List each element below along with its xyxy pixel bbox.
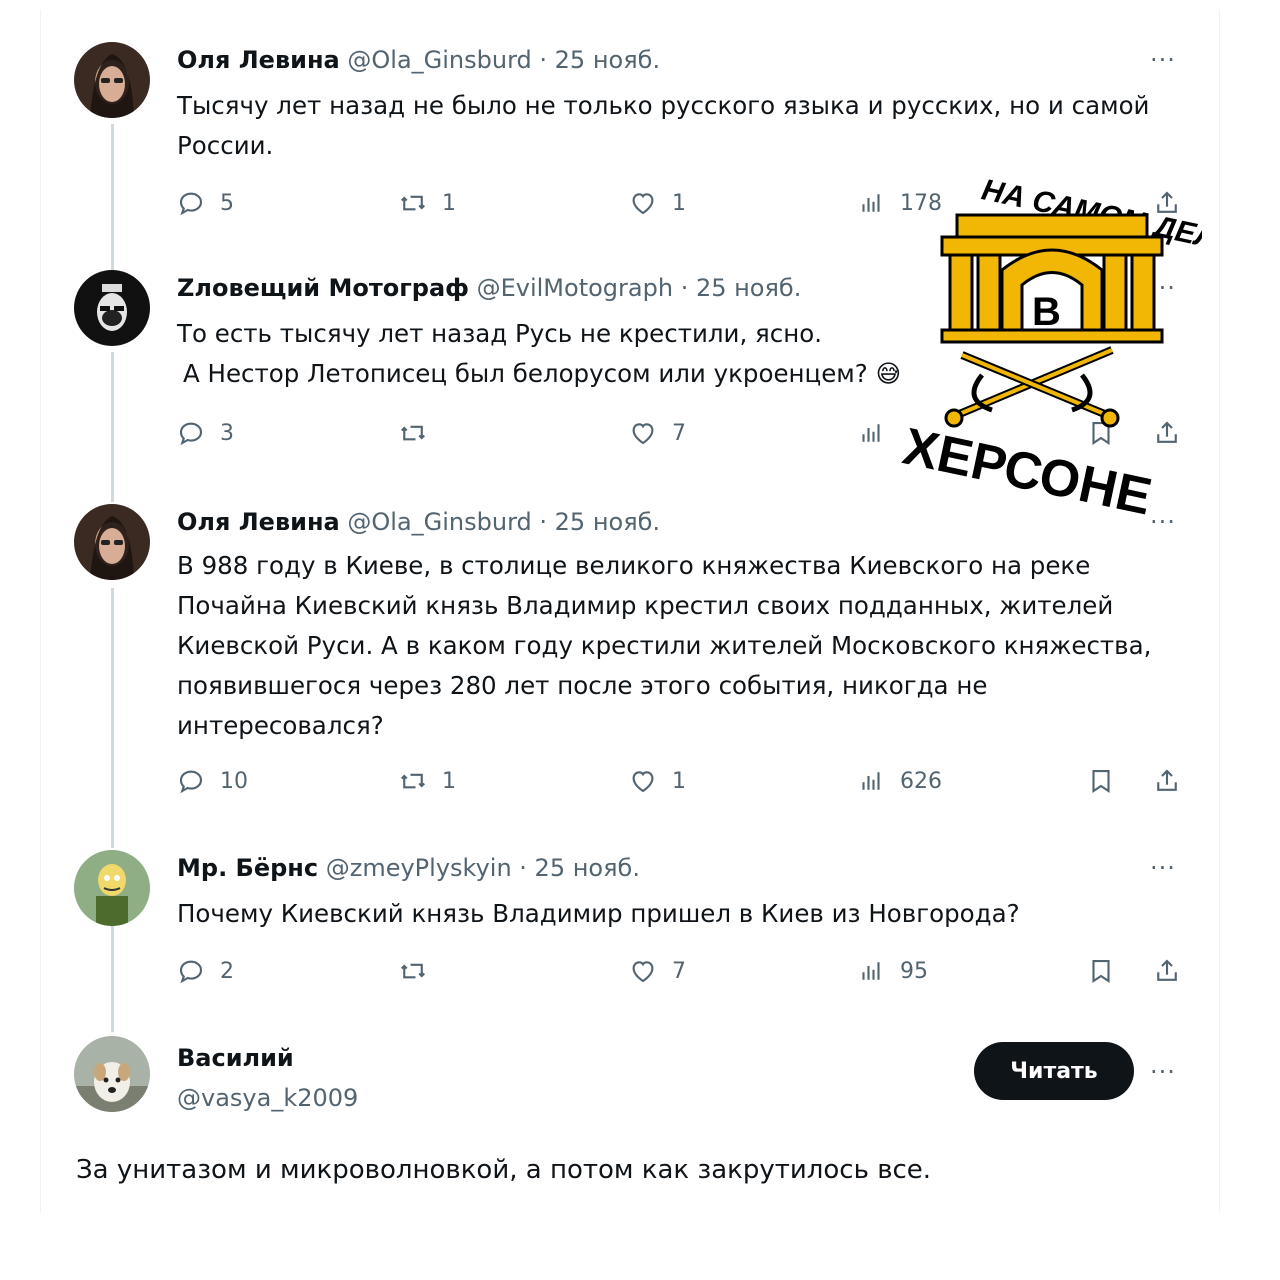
reply-count: 3 (220, 420, 234, 446)
like-button[interactable]: 7 (628, 418, 686, 448)
bookmark-icon (1092, 959, 1110, 983)
tweet-date[interactable]: · 25 нояб. (681, 274, 802, 302)
author-name[interactable]: Оля Левина (177, 508, 340, 536)
view-count: 95 (900, 958, 928, 984)
bookmark-button[interactable] (1086, 956, 1116, 986)
like-button[interactable]: 1 (628, 188, 686, 218)
reply-button[interactable]: 2 (176, 956, 234, 986)
more-options-icon[interactable]: ··· (1150, 48, 1176, 72)
reply-icon (179, 192, 203, 216)
bookmark-button[interactable] (1086, 766, 1116, 796)
reply-icon (179, 422, 203, 446)
share-button[interactable] (1152, 956, 1182, 986)
author-handle[interactable]: @Ola_Ginsburd (347, 508, 531, 536)
reply-button[interactable]: 3 (176, 418, 234, 448)
logo-bottom-text: ХЕРСОНЕ (898, 418, 1156, 527)
tweet-actions: 10 1 1 626 (0, 766, 1280, 806)
tweet-header: Мр. Бёрнс @zmeyPlyskyin · 25 нояб. (177, 852, 640, 884)
repost-icon (400, 195, 426, 211)
views-button[interactable]: 95 (856, 956, 928, 986)
author-name[interactable]: Василий (177, 1042, 294, 1074)
author-handle[interactable]: @vasya_k2009 (177, 1082, 358, 1114)
like-count: 1 (672, 190, 686, 216)
tweet-date[interactable]: · 25 нояб. (539, 46, 660, 74)
author-name[interactable]: Zловещий Мотограф (177, 274, 469, 302)
avatar[interactable] (74, 270, 150, 346)
logo-letter: В (1032, 290, 1061, 334)
logo-overlay: НА САМОМ ДЕЛЕ В ХЕРСОНЕ (862, 160, 1239, 530)
like-count: 7 (672, 420, 686, 446)
like-count: 7 (672, 958, 686, 984)
avatar[interactable] (74, 42, 150, 118)
share-icon (1157, 959, 1177, 981)
tweet-actions: 2 7 95 (0, 956, 1280, 996)
kherson-logo-icon: НА САМОМ ДЕЛЕ В ХЕРСОНЕ (898, 173, 1239, 527)
repost-icon (400, 963, 426, 979)
repost-count: 1 (442, 190, 456, 216)
repost-button[interactable] (398, 956, 428, 986)
heart-icon (632, 423, 654, 445)
repost-icon (400, 773, 426, 789)
reply-count: 2 (220, 958, 234, 984)
reply-icon (179, 770, 203, 794)
heart-icon (632, 961, 654, 983)
reply-icon (179, 960, 203, 984)
author-name-text: Василий (177, 1044, 294, 1072)
views-chart-icon (862, 962, 880, 980)
tweet-date[interactable]: · 25 нояб. (519, 854, 640, 882)
author-handle[interactable]: @Ola_Ginsburd (347, 46, 531, 74)
like-button[interactable]: 1 (628, 766, 686, 796)
view-count: 626 (900, 768, 942, 794)
tweet-header: Оля Левина @Ola_Ginsburd · 25 нояб. (177, 44, 660, 76)
tweet-text: В 988 году в Киеве, в столице великого к… (177, 551, 1152, 740)
reply-count: 10 (220, 768, 248, 794)
share-icon (1157, 769, 1177, 791)
avatar[interactable] (74, 1036, 150, 1112)
reply-button[interactable]: 5 (176, 188, 234, 218)
tweet-header: Zловещий Мотограф @EvilMotograph · 25 но… (177, 272, 801, 304)
bookmark-icon (1092, 769, 1110, 793)
follow-button[interactable]: Читать (974, 1042, 1134, 1100)
more-options-icon[interactable]: ··· (1150, 1060, 1176, 1084)
views-chart-icon (862, 772, 880, 790)
thread-line (111, 588, 114, 848)
reply-count: 5 (220, 190, 234, 216)
tweet-text: Почему Киевский князь Владимир пришел в … (177, 899, 1020, 928)
avatar[interactable] (74, 504, 150, 580)
heart-icon (632, 771, 654, 793)
reply-button[interactable]: 10 (176, 766, 248, 796)
tweet-date[interactable]: · 25 нояб. (539, 508, 660, 536)
repost-button[interactable]: 1 (398, 188, 456, 218)
more-options-icon[interactable]: ··· (1150, 856, 1176, 880)
author-name[interactable]: Мр. Бёрнс (177, 854, 318, 882)
tweet-text: Тысячу лет назад не было не только русск… (177, 91, 1150, 160)
like-count: 1 (672, 768, 686, 794)
share-button[interactable] (1152, 766, 1182, 796)
author-name[interactable]: Оля Левина (177, 46, 340, 74)
repost-button[interactable]: 1 (398, 766, 456, 796)
author-handle[interactable]: @zmeyPlyskyin (326, 854, 512, 882)
like-button[interactable]: 7 (628, 956, 686, 986)
heart-icon (632, 193, 654, 215)
author-handle[interactable]: @EvilMotograph (477, 274, 673, 302)
repost-button[interactable] (398, 418, 428, 448)
tweet-header: Оля Левина @Ola_Ginsburd · 25 нояб. (177, 506, 660, 538)
views-button[interactable]: 626 (856, 766, 942, 796)
repost-count: 1 (442, 768, 456, 794)
avatar[interactable] (74, 850, 150, 926)
tweet-text: За унитазом и микроволновкой, а потом ка… (76, 1155, 932, 1185)
repost-icon (400, 425, 426, 441)
